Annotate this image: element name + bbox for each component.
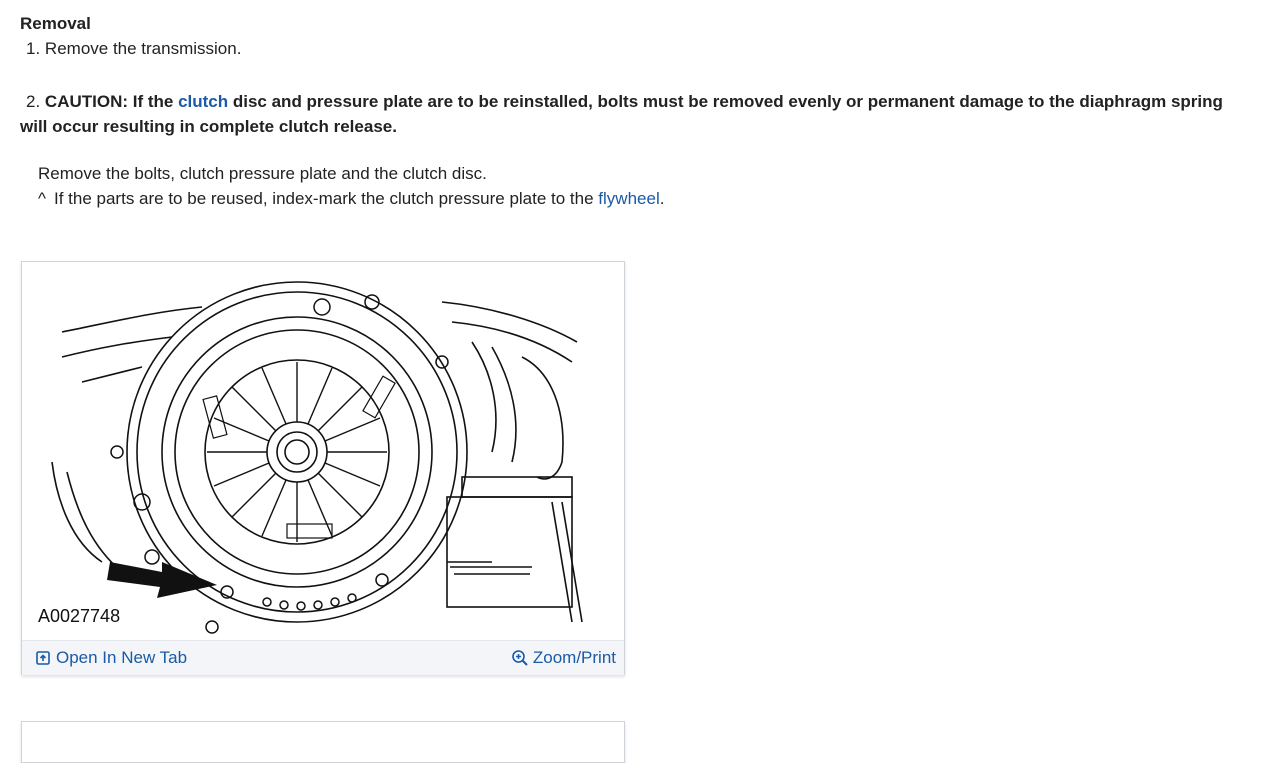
- zoom-in-icon: [512, 650, 528, 666]
- step-2-instruction: Remove the bolts, clutch pressure plate …: [38, 164, 487, 183]
- step-1-number: 1.: [26, 39, 41, 58]
- step-2-note: ^ If the parts are to be reused, index-ma…: [38, 189, 664, 209]
- step-1-text: Remove the transmission.: [44, 39, 242, 58]
- note-marker: ^: [38, 189, 46, 208]
- zoom-print-button[interactable]: Zoom/Print: [511, 648, 616, 668]
- step-2-caution: 2. CAUTION: If the clutch disc and press…: [20, 89, 1245, 139]
- clutch-figure: A0027748 Open In New Tab Zoom/Print: [21, 261, 625, 675]
- flywheel-link[interactable]: flywheel: [598, 189, 659, 208]
- open-in-new-tab-label: Open In New Tab: [56, 648, 188, 667]
- note-suffix: .: [659, 189, 665, 208]
- next-figure-frame: [21, 721, 625, 763]
- note-prefix: If the parts are to be reused, index-mar…: [54, 189, 599, 208]
- open-new-tab-icon: [36, 651, 50, 665]
- zoom-print-label: Zoom/Print: [532, 648, 616, 667]
- clutch-link[interactable]: clutch: [178, 92, 228, 111]
- figure-code: A0027748: [38, 606, 121, 626]
- step-2-number: 2.: [26, 92, 41, 111]
- step-1: 1. Remove the transmission.: [26, 39, 241, 59]
- figure-toolbar: Open In New Tab Zoom/Print: [22, 640, 624, 675]
- open-in-new-tab-button[interactable]: Open In New Tab: [36, 648, 187, 668]
- section-heading: Removal: [20, 14, 91, 33]
- caution-prefix: CAUTION: If the: [44, 92, 179, 111]
- clutch-pressure-plate-illustration[interactable]: [22, 262, 624, 640]
